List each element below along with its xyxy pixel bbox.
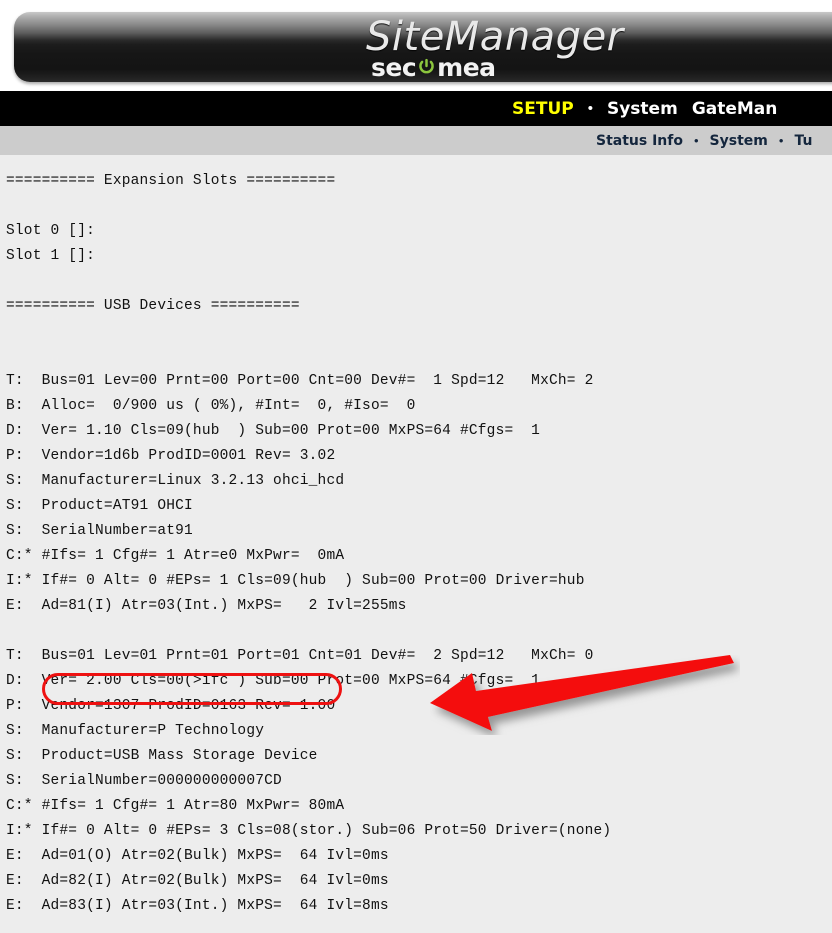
- logo-banner: SiteManager sec mea: [14, 12, 832, 82]
- secondary-navigation-bar: Status Info • System • Tu: [0, 126, 832, 155]
- nav-item-setup[interactable]: SETUP: [512, 99, 574, 119]
- primary-navigation-bar: SETUP • System GateMan: [0, 91, 832, 126]
- primary-navigation-items: SETUP • System GateMan: [512, 91, 791, 126]
- brand-name-prefix: sec: [371, 53, 417, 82]
- nav-item-system[interactable]: System: [607, 99, 678, 119]
- subnav-separator-dot: •: [693, 133, 699, 148]
- subnav-separator-dot: •: [778, 133, 784, 148]
- nav-separator-dot: •: [587, 100, 593, 117]
- brand-name-suffix: mea: [437, 53, 496, 82]
- brand-name-text: sec mea: [371, 53, 496, 82]
- nav-item-gatemanager[interactable]: GateMan: [692, 99, 778, 119]
- logo-banner-container: SiteManager sec mea: [0, 0, 832, 91]
- power-symbol-icon: [417, 58, 436, 77]
- secondary-navigation-items: Status Info • System • Tu: [596, 126, 823, 155]
- subnav-item-tunnel[interactable]: Tu: [794, 133, 812, 149]
- status-info-text: ========== Expansion Slots ========== Sl…: [6, 173, 612, 914]
- subnav-item-system[interactable]: System: [710, 133, 768, 149]
- status-info-output-panel: ========== Expansion Slots ========== Sl…: [0, 155, 832, 933]
- brand-logo: SiteManager sec mea: [366, 14, 706, 84]
- subnav-item-status-info[interactable]: Status Info: [596, 133, 683, 149]
